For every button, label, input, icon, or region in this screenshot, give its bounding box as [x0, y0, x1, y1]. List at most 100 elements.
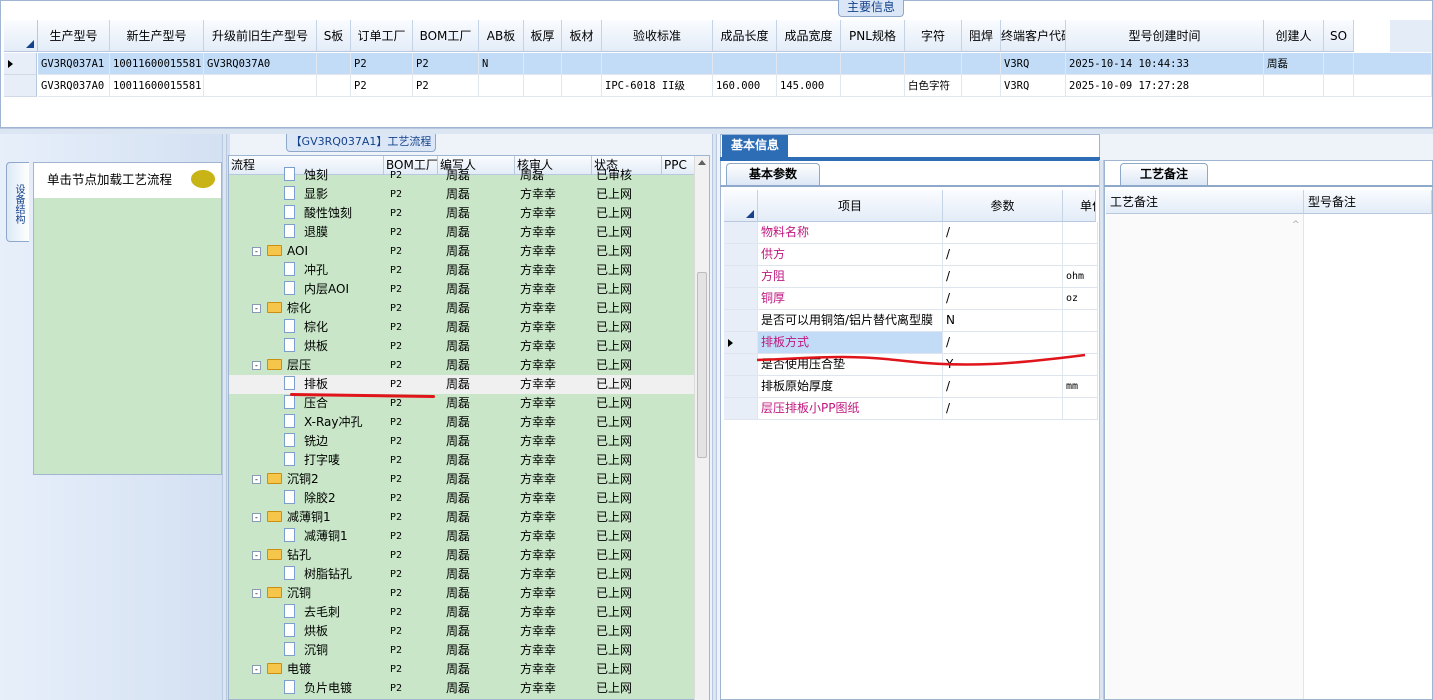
top-cell[interactable]: 145.000 — [777, 75, 841, 97]
tree-node[interactable]: - 钻孔 P2 周磊 方幸幸 已上网 — [229, 546, 695, 565]
top-cell[interactable]: GV3RQ037A0 — [204, 53, 317, 75]
collapse-toggle-icon[interactable]: - — [252, 551, 261, 560]
tree-node[interactable]: 树脂钻孔 P2 周磊 方幸幸 已上网 — [229, 565, 695, 584]
tree-node[interactable]: 除胶2 P2 周磊 方幸幸 已上网 — [229, 489, 695, 508]
main-info-title[interactable]: 主要信息 — [838, 0, 904, 17]
top-col-header[interactable]: 成品长度 — [713, 20, 777, 52]
tree-node[interactable]: 内层AOI P2 周磊 方幸幸 已上网 — [229, 280, 695, 299]
collapse-toggle-icon[interactable]: - — [252, 513, 261, 522]
top-col-header[interactable]: 订单工厂 — [351, 20, 413, 52]
tree-node[interactable]: 退膜 P2 周磊 方幸幸 已上网 — [229, 223, 695, 242]
top-col-header[interactable]: PNL规格 — [841, 20, 905, 52]
top-cell[interactable] — [524, 53, 562, 75]
top-col-header[interactable]: BOM工厂 — [413, 20, 479, 52]
top-cell[interactable]: N — [479, 53, 524, 75]
top-col-header[interactable]: 验收标准 — [602, 20, 713, 52]
top-cell[interactable]: P2 — [413, 53, 479, 75]
param-row-selector[interactable] — [724, 398, 758, 419]
tree-node[interactable]: 酸性蚀刻 P2 周磊 方幸幸 已上网 — [229, 204, 695, 223]
top-cell[interactable] — [524, 75, 562, 97]
param-value[interactable]: N — [943, 310, 1063, 331]
top-cell[interactable]: 10011600015581 — [110, 53, 204, 75]
param-row-selector[interactable] — [724, 354, 758, 375]
param-row-selector[interactable] — [724, 332, 758, 353]
collapse-toggle-icon[interactable]: - — [252, 589, 261, 598]
tree-node[interactable]: 打字唛 P2 周磊 方幸幸 已上网 — [229, 451, 695, 470]
tab-basic-info[interactable]: 基本信息 — [722, 135, 788, 157]
top-cell[interactable]: P2 — [413, 75, 479, 97]
tree-node[interactable]: - 沉铜2 P2 周磊 方幸幸 已上网 — [229, 470, 695, 489]
top-row-selector[interactable] — [4, 53, 37, 75]
top-cell[interactable]: P2 — [351, 75, 413, 97]
top-row-selector[interactable] — [4, 75, 37, 97]
top-cell[interactable]: P2 — [351, 53, 413, 75]
top-col-header[interactable]: 成品宽度 — [777, 20, 841, 52]
top-cell[interactable] — [841, 75, 905, 97]
param-col-unit[interactable]: 单位 — [1063, 190, 1096, 222]
top-cell[interactable] — [317, 53, 351, 75]
tree-scroll-thumb[interactable] — [697, 272, 707, 458]
param-value[interactable]: / — [943, 222, 1063, 243]
param-row[interactable]: 铜厚 / oz — [724, 288, 1098, 310]
top-cell[interactable] — [562, 53, 602, 75]
param-value[interactable]: / — [943, 398, 1063, 419]
top-cell[interactable]: 2025-10-14 10:44:33 — [1066, 53, 1264, 75]
param-row-selector[interactable] — [724, 244, 758, 265]
top-cell[interactable] — [602, 53, 713, 75]
top-col-header[interactable]: 板材 — [562, 20, 602, 52]
top-cell[interactable]: V3RQ — [1001, 75, 1066, 97]
top-cell[interactable] — [1324, 53, 1354, 75]
top-cell[interactable]: 10011600015581 — [110, 75, 204, 97]
tree-node[interactable]: 减薄铜1 P2 周磊 方幸幸 已上网 — [229, 527, 695, 546]
top-cell[interactable]: V3RQ — [1001, 53, 1066, 75]
tree-node[interactable]: 冲孔 P2 周磊 方幸幸 已上网 — [229, 261, 695, 280]
tab-device-structure[interactable]: 设备结构 — [6, 162, 29, 242]
col-model-notes[interactable]: 型号备注 — [1304, 190, 1432, 214]
notes-scroll-up-icon[interactable]: ^ — [1292, 220, 1300, 230]
top-col-header[interactable]: 生产型号 — [38, 20, 110, 52]
tree-node[interactable]: 铣边 P2 周磊 方幸幸 已上网 — [229, 432, 695, 451]
tree-node[interactable]: 压合 P2 周磊 方幸幸 已上网 — [229, 394, 695, 413]
tree-node[interactable]: 沉铜 P2 周磊 方幸幸 已上网 — [229, 641, 695, 660]
tree-node[interactable]: - 沉铜 P2 周磊 方幸幸 已上网 — [229, 584, 695, 603]
param-row[interactable]: 是否可以用铜箔/铝片替代离型膜 N — [724, 310, 1098, 332]
top-col-header[interactable]: 字符 — [905, 20, 962, 52]
process-notes-textarea[interactable] — [1106, 214, 1304, 699]
param-col-item[interactable]: 项目 — [758, 190, 943, 222]
tree-node[interactable]: 烘板 P2 周磊 方幸幸 已上网 — [229, 622, 695, 641]
scroll-up-icon[interactable] — [698, 160, 706, 165]
param-row-selector[interactable] — [724, 376, 758, 397]
param-col-value[interactable]: 参数 — [943, 190, 1063, 222]
top-col-header[interactable]: 升级前旧生产型号 — [204, 20, 317, 52]
tree-node[interactable]: 蚀刻 P2 周磊 周磊 已审核 — [229, 166, 695, 185]
top-col-header[interactable]: 新生产型号 — [110, 20, 204, 52]
tab-basic-params[interactable]: 基本参数 — [726, 163, 820, 185]
top-cell[interactable] — [562, 75, 602, 97]
top-col-header[interactable]: 型号创建时间 — [1066, 20, 1264, 52]
param-value[interactable]: / — [943, 288, 1063, 309]
collapse-toggle-icon[interactable]: - — [252, 247, 261, 256]
top-col-header[interactable]: AB板 — [479, 20, 524, 52]
process-flow-title[interactable]: 【GV3RQ037A1】工艺流程 — [286, 134, 436, 152]
top-col-header[interactable]: 阻焊 — [962, 20, 1001, 52]
left-splitter[interactable] — [222, 134, 227, 700]
top-cell[interactable] — [777, 53, 841, 75]
top-cell[interactable] — [962, 53, 1001, 75]
param-row[interactable]: 物料名称 / — [724, 222, 1098, 244]
top-cell[interactable]: IPC-6018 II级 — [602, 75, 713, 97]
top-cell[interactable] — [317, 75, 351, 97]
top-cell[interactable]: GV3RQ037A1 — [38, 53, 110, 75]
top-cell[interactable] — [841, 53, 905, 75]
top-col-header[interactable]: S板 — [317, 20, 351, 52]
tree-node[interactable]: X-Ray冲孔 P2 周磊 方幸幸 已上网 — [229, 413, 695, 432]
top-cell[interactable] — [1324, 75, 1354, 97]
param-row-selector[interactable] — [724, 288, 758, 309]
param-row-selector[interactable] — [724, 310, 758, 331]
collapse-toggle-icon[interactable]: - — [252, 665, 261, 674]
top-col-header[interactable]: 终端客户代码 — [1001, 20, 1066, 52]
collapse-toggle-icon[interactable]: - — [252, 304, 261, 313]
tree-node[interactable]: 去毛刺 P2 周磊 方幸幸 已上网 — [229, 603, 695, 622]
tree-node[interactable]: - AOI P2 周磊 方幸幸 已上网 — [229, 242, 695, 261]
tab-process-notes[interactable]: 工艺备注 — [1120, 163, 1208, 185]
top-cell[interactable]: 周磊 — [1264, 53, 1324, 75]
